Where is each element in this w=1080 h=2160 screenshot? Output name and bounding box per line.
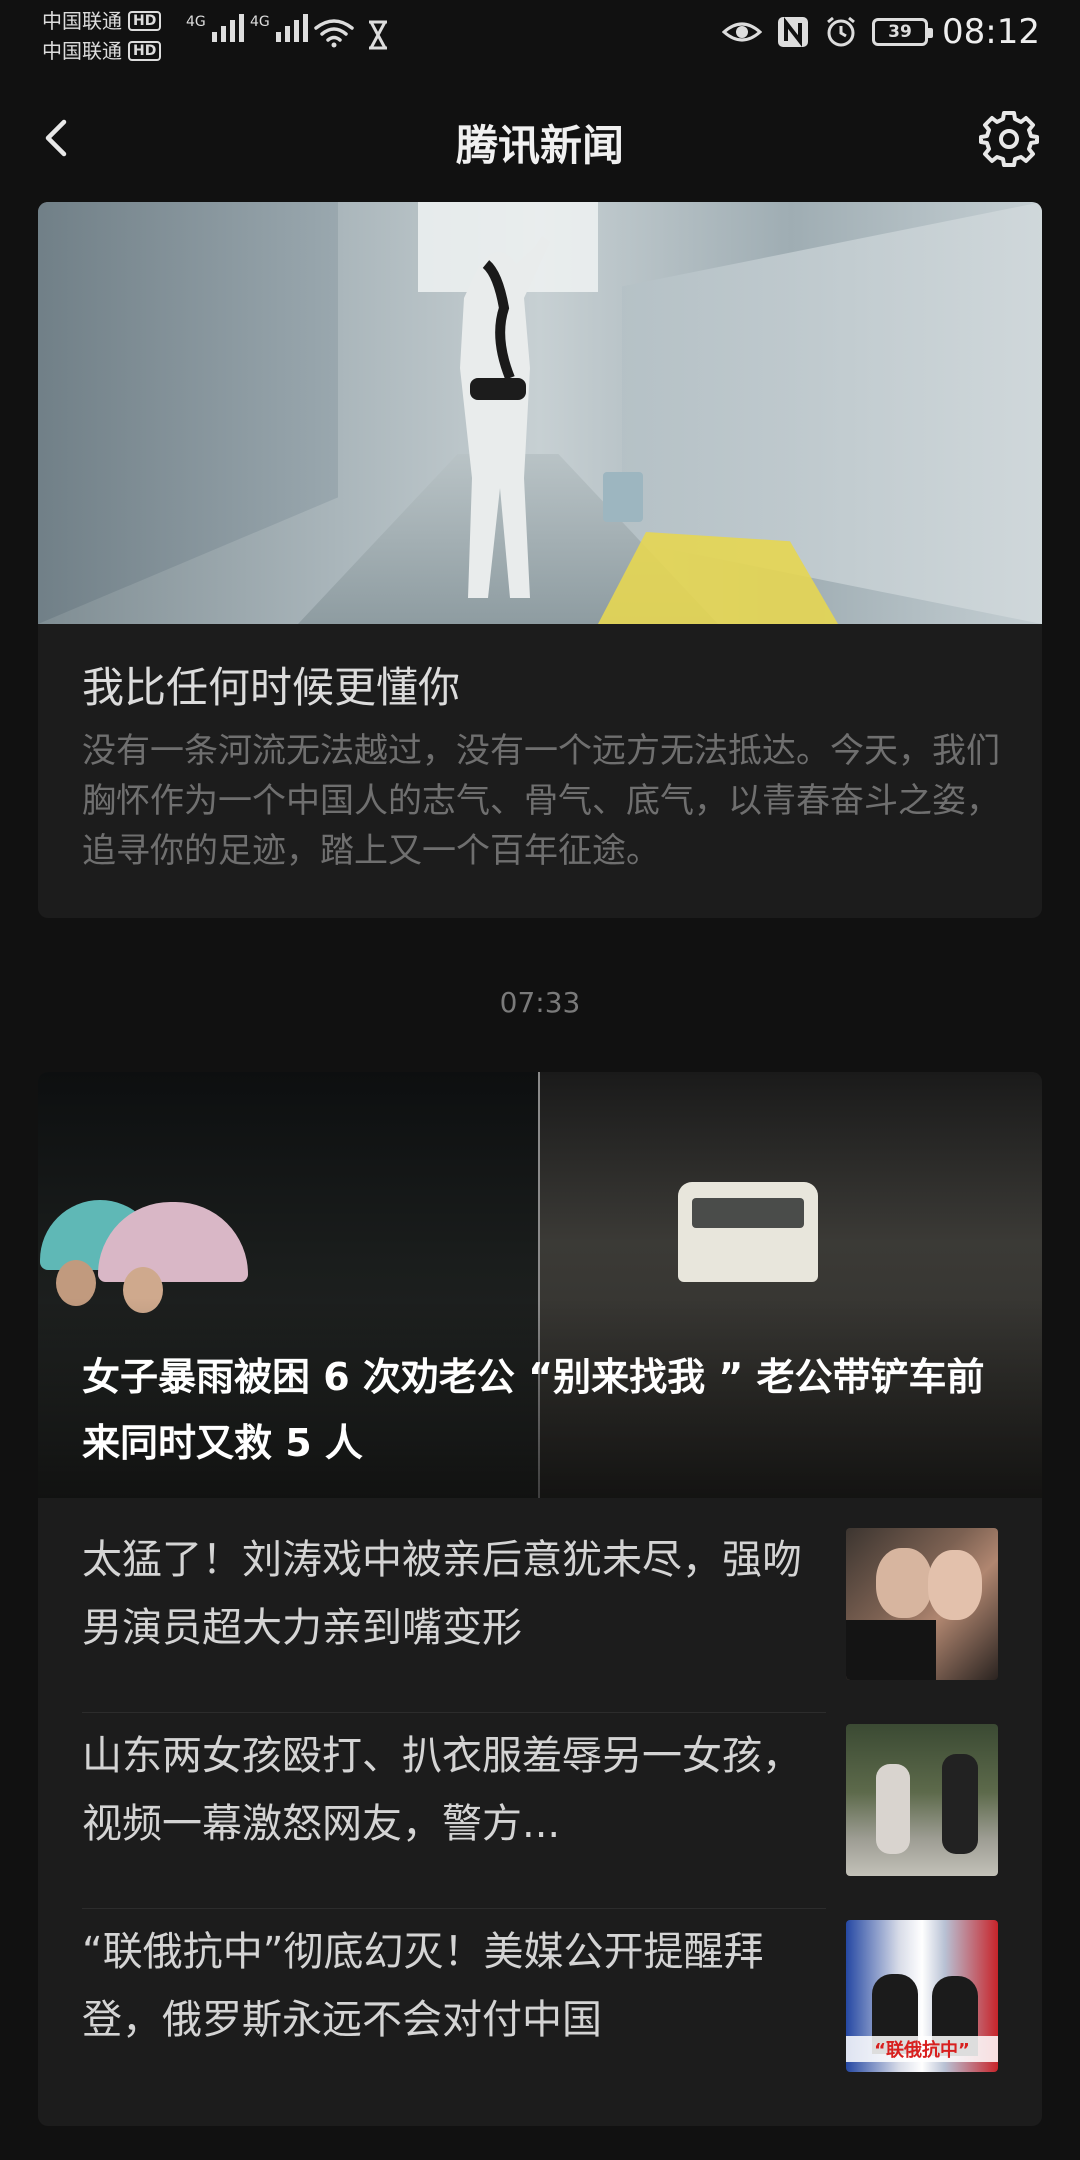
hd-badge-2: HD [128, 41, 162, 61]
thumbnail-caption: “联俄抗中” [846, 2036, 998, 2062]
list-item[interactable]: “联俄抗中”彻底幻灭！美媒公开提醒拜登，俄罗斯永远不会对付中国 “联俄抗中” [82, 1890, 998, 2086]
hd-badge-1: HD [128, 11, 162, 31]
news-card-featured[interactable]: 我比任何时候更懂你 没有一条河流无法越过，没有一个远方无法抵达。今天，我们胸怀作… [38, 202, 1042, 918]
signal-icon-1: 4G [186, 14, 244, 42]
card-title: 我比任何时候更懂你 [82, 663, 461, 712]
list-item[interactable]: 山东两女孩殴打、扒衣服羞辱另一女孩，视频一幕激怒网友，警方... [82, 1694, 998, 1890]
timestamp: 07:33 [499, 986, 581, 1019]
list-item-thumbnail: “联俄抗中” [846, 1920, 998, 2072]
alarm-icon [827, 16, 855, 47]
page-title: 腾讯新闻 [455, 121, 624, 170]
list-item-title: “联俄抗中”彻底幻灭！美媒公开提醒拜登，俄罗斯永远不会对付中国 [82, 1929, 764, 2043]
carrier-info: 中国联通 HD 中国联通 HD [42, 6, 162, 66]
hourglass-icon [369, 20, 387, 50]
list-item[interactable]: 太猛了！刘涛戏中被亲后意犹未尽，强吻男演员超大力亲到嘴变形 [82, 1498, 998, 1694]
eye-icon [722, 22, 763, 42]
nfc-icon [778, 17, 809, 47]
list-item-title: 太猛了！刘涛戏中被亲后意犹未尽，强吻男演员超大力亲到嘴变形 [82, 1537, 802, 1651]
wifi-icon [314, 19, 354, 48]
signal-icon-2: 4G [250, 14, 308, 42]
network-type-1: 4G [186, 14, 206, 30]
network-type-2: 4G [250, 14, 270, 30]
headline-text: 女子暴雨被困 6 次劝老公 “别来找我 ” 老公带铲车前来同时又救 5 人 [82, 1355, 985, 1465]
card-description: 没有一条河流无法越过，没有一个远方无法抵达。今天，我们胸怀作为一个中国人的志气、… [82, 731, 1000, 871]
carrier-name-2: 中国联通 [42, 39, 122, 63]
app-header: 腾讯新闻 [0, 86, 1080, 190]
list-item-thumbnail [846, 1528, 998, 1680]
battery-icon: 39 [872, 18, 934, 46]
protective-suit-figure [460, 236, 550, 598]
status-bar: 中国联通 HD 中国联通 HD 4G 4G 39 08:12 [0, 0, 1080, 72]
headline-hero[interactable]: 女子暴雨被困 6 次劝老公 “别来找我 ” 老公带铲车前来同时又救 5 人 [38, 1072, 1042, 1498]
gear-icon[interactable] [978, 108, 1040, 170]
hero-image-corridor [38, 202, 1042, 624]
carrier-name-1: 中国联通 [42, 9, 122, 33]
list-item-title: 山东两女孩殴打、扒衣服羞辱另一女孩，视频一幕激怒网友，警方... [82, 1733, 802, 1847]
list-item-thumbnail [846, 1724, 998, 1876]
news-card-list: 女子暴雨被困 6 次劝老公 “别来找我 ” 老公带铲车前来同时又救 5 人 太猛… [38, 1072, 1042, 2126]
status-time: 08:12 [942, 12, 1040, 52]
